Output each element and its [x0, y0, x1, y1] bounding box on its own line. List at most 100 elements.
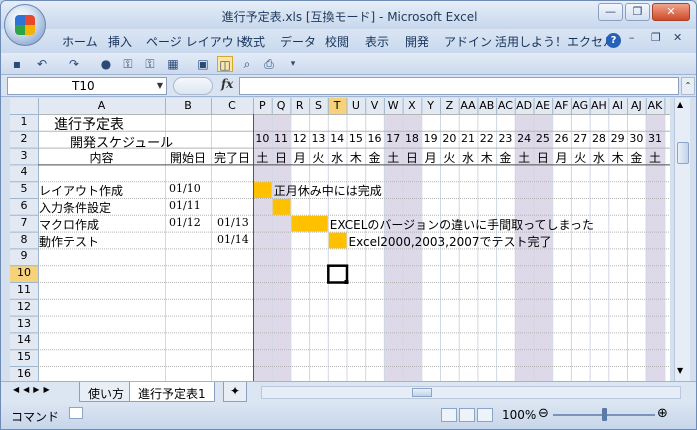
- tab-page-layout[interactable]: ページ レイアウト: [146, 33, 246, 50]
- tab-view[interactable]: 表示: [365, 33, 389, 50]
- tab-data[interactable]: データ: [280, 33, 316, 50]
- day-number: 18: [404, 131, 419, 145]
- scroll-up-icon[interactable]: ▲: [677, 100, 683, 109]
- row-header: 11: [17, 283, 31, 296]
- help-icon[interactable]: ?: [606, 33, 621, 48]
- column-header: X: [408, 99, 416, 112]
- day-number: 11: [274, 131, 289, 145]
- ribbon-tabs: ホーム 挿入 ページ レイアウト 数式 データ 校閲 表示 開発 アドイン 活用…: [1, 29, 696, 53]
- column-header: V: [370, 99, 379, 112]
- weekday: 木: [611, 150, 624, 165]
- close-button[interactable]: ✕: [652, 3, 690, 21]
- title-bar: 進行予定表.xls [互換モード] - Microsoft Excel — ❐ …: [1, 1, 696, 29]
- task-name: レイアウト作成: [39, 184, 124, 199]
- highlight-icon[interactable]: ◫: [217, 56, 233, 72]
- day-number: 16: [367, 131, 382, 145]
- day-number: 25: [535, 131, 550, 145]
- column-header: S: [314, 99, 322, 112]
- circle-icon[interactable]: ●: [98, 56, 114, 72]
- chevron-down-icon: ▼: [156, 81, 163, 90]
- save-icon[interactable]: ▪: [9, 56, 25, 72]
- lock-icon[interactable]: ⚿: [120, 56, 136, 72]
- horizontal-scroll-thumb[interactable]: [412, 388, 432, 397]
- active-cell[interactable]: [327, 264, 349, 284]
- tab-custom[interactable]: 活用しよう！エクセル: [495, 33, 615, 50]
- task-note: Excel2000,2003,2007でテスト完了: [348, 234, 552, 249]
- column-header: U: [351, 99, 360, 112]
- tab-review[interactable]: 校閲: [325, 33, 349, 50]
- expand-formula-icon[interactable]: ⌃: [681, 77, 695, 95]
- day-number: 29: [610, 131, 625, 145]
- image-icon[interactable]: ▣: [195, 56, 211, 72]
- sheet-tab-schedule[interactable]: 進行予定表1: [129, 382, 215, 402]
- workbook-close-button[interactable]: ✕: [673, 31, 682, 44]
- schedule-bar: [328, 232, 347, 249]
- vertical-scroll-thumb[interactable]: [677, 142, 689, 164]
- column-header: AJ: [630, 99, 642, 112]
- row-header: 7: [20, 215, 28, 229]
- undo-icon[interactable]: ↶: [34, 56, 50, 72]
- weekday: 金: [368, 150, 381, 165]
- insert-function-icon[interactable]: fx: [221, 77, 233, 91]
- tab-developer[interactable]: 開発: [405, 33, 429, 50]
- sheet-tab-bar: ◀◀▶▶ 使い方 進行予定表1 ✦: [1, 381, 696, 402]
- row-header: 3: [20, 148, 28, 162]
- horizontal-scrollbar[interactable]: [261, 386, 681, 399]
- macro-record-icon[interactable]: [69, 407, 83, 419]
- zoom-out-icon[interactable]: ⊖: [538, 406, 549, 421]
- task-name: 入力条件設定: [39, 201, 112, 215]
- tab-scroll-icons[interactable]: ◀◀▶▶: [13, 385, 54, 394]
- customize-qat-icon[interactable]: ▾: [285, 56, 301, 72]
- print-preview-icon[interactable]: ⌕: [239, 56, 255, 72]
- redo-icon[interactable]: ↷: [66, 56, 82, 72]
- task-end: 01/14: [217, 232, 249, 246]
- spreadsheet-grid[interactable]: A B C P Q R S T U V W X Y Z AA AB AC AD AE AF AG AH AI AJ AK 1 2 3 4…: [10, 98, 670, 381]
- weekday: 日: [405, 150, 418, 165]
- tab-insert[interactable]: 挿入: [108, 33, 132, 50]
- column-header: AA: [460, 99, 476, 112]
- formula-bar: T10 ▼ fx ⌃: [1, 75, 696, 97]
- workbook-minimize-button[interactable]: –: [629, 31, 635, 44]
- tab-home[interactable]: ホーム: [62, 33, 98, 50]
- column-header: Y: [427, 99, 434, 112]
- zoom-slider-thumb[interactable]: [602, 408, 607, 421]
- restore-button[interactable]: ❐: [625, 3, 650, 21]
- weekday: 火: [312, 150, 325, 165]
- row-header: 6: [20, 199, 28, 212]
- tab-addins[interactable]: アドイン: [444, 33, 492, 50]
- workbook-restore-button[interactable]: ❐: [651, 31, 661, 44]
- office-button[interactable]: [4, 4, 46, 46]
- vertical-scrollbar[interactable]: ▲ ▼: [674, 98, 690, 381]
- lock-open-icon[interactable]: ⚿: [142, 56, 158, 72]
- sheet-tab-usage[interactable]: 使い方: [79, 382, 134, 402]
- table-icon[interactable]: ▦: [165, 56, 181, 72]
- row-header: 13: [17, 316, 31, 330]
- zoom-level[interactable]: 100%: [502, 408, 536, 422]
- row-header: 9: [20, 249, 28, 263]
- scroll-down-icon[interactable]: ▼: [677, 366, 683, 375]
- new-sheet-icon[interactable]: ✦: [223, 382, 248, 402]
- column-header: AI: [612, 99, 624, 112]
- weekday: 水: [462, 150, 475, 165]
- weekday: 月: [424, 150, 437, 165]
- column-header: P: [259, 99, 266, 112]
- normal-view-icon[interactable]: [441, 408, 457, 422]
- column-header: Z: [445, 99, 454, 112]
- row-header: 14: [17, 333, 31, 347]
- weekday: 木: [349, 150, 362, 165]
- name-box[interactable]: T10 ▼: [7, 77, 167, 95]
- weekday: 土: [649, 150, 662, 165]
- fill-handle[interactable]: [344, 280, 349, 284]
- task-note: 正月休み中には完成: [273, 184, 382, 199]
- print-icon[interactable]: ⎙: [261, 56, 277, 72]
- formula-input[interactable]: [239, 77, 679, 95]
- zoom-in-icon[interactable]: ⊕: [657, 406, 668, 421]
- day-number: 31: [648, 131, 663, 145]
- column-header: W: [387, 99, 399, 112]
- page-break-view-icon[interactable]: [477, 408, 493, 422]
- page-layout-view-icon[interactable]: [459, 408, 475, 422]
- schedule-bar: [291, 215, 328, 232]
- minimize-button[interactable]: —: [598, 3, 623, 21]
- tab-formulas[interactable]: 数式: [241, 33, 265, 50]
- column-header: Q: [276, 99, 286, 112]
